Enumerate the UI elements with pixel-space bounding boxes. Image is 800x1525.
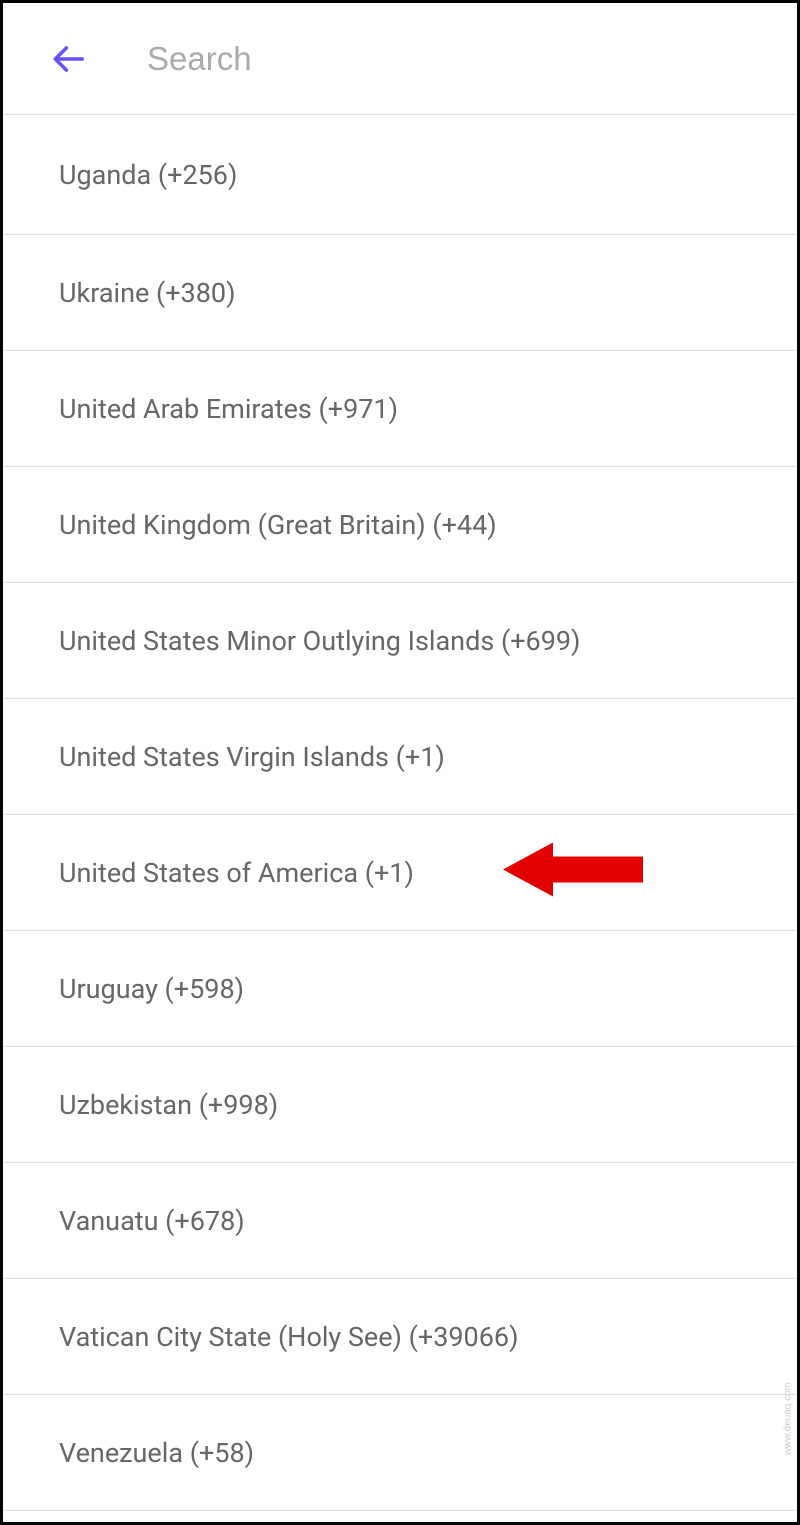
arrow-left-icon [49,40,87,78]
country-label: Venezuela (+58) [59,1437,254,1469]
country-list-item[interactable]: United States Virgin Islands (+1) [3,699,797,815]
country-label: United States Minor Outlying Islands (+6… [59,625,580,657]
country-list-item[interactable]: Vanuatu (+678) [3,1163,797,1279]
country-list-item[interactable]: United States Minor Outlying Islands (+6… [3,583,797,699]
country-list-item[interactable]: Uganda (+256) [3,115,797,235]
country-list-item[interactable]: Venezuela (+58) [3,1395,797,1511]
watermark-text: www.deuaq.com [782,1382,793,1455]
country-list-item[interactable]: Uzbekistan (+998) [3,1047,797,1163]
country-label: Vatican City State (Holy See) (+39066) [59,1321,518,1353]
country-list: Uganda (+256) Ukraine (+380) United Arab… [3,115,797,1511]
country-list-item[interactable]: Vatican City State (Holy See) (+39066) [3,1279,797,1395]
country-label: United States Virgin Islands (+1) [59,741,445,773]
country-label: United Kingdom (Great Britain) (+44) [59,509,497,541]
back-button[interactable] [43,34,93,84]
country-label: Uruguay (+598) [59,973,244,1005]
annotation-arrow-icon [503,834,643,911]
country-list-item[interactable]: United States of America (+1) [3,815,797,931]
country-label: Ukraine (+380) [59,277,235,309]
country-list-item[interactable]: Ukraine (+380) [3,235,797,351]
country-label: United Arab Emirates (+971) [59,393,398,425]
country-list-item[interactable]: United Kingdom (Great Britain) (+44) [3,467,797,583]
country-label: United States of America (+1) [59,857,414,889]
search-header [3,3,797,115]
country-label: Vanuatu (+678) [59,1205,245,1237]
country-list-item[interactable]: Uruguay (+598) [3,931,797,1047]
search-input[interactable] [147,40,797,78]
country-label: Uzbekistan (+998) [59,1089,278,1121]
country-label: Uganda (+256) [59,159,237,191]
country-list-item[interactable]: United Arab Emirates (+971) [3,351,797,467]
